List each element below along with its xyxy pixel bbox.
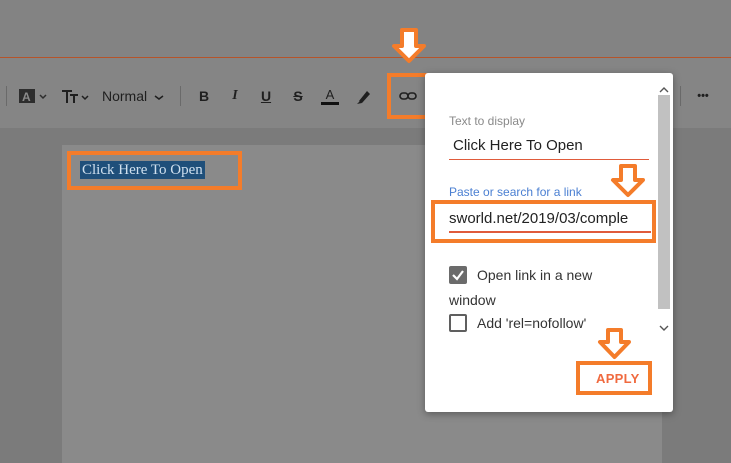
marker-icon (357, 91, 370, 104)
svg-text:A: A (22, 90, 31, 104)
open-new-window-checkbox[interactable] (449, 266, 467, 284)
font-size-dropdown[interactable] (60, 86, 90, 106)
toolbar-separator (180, 86, 181, 106)
text-color-icon: A (325, 86, 335, 102)
highlight-color-dropdown[interactable]: A (18, 86, 48, 106)
bold-button[interactable]: B (194, 86, 214, 106)
link-button-highlight-box (387, 73, 429, 119)
text-color-button[interactable]: A (319, 86, 341, 106)
scroll-up-icon[interactable] (658, 86, 670, 94)
checkmark-icon (452, 270, 464, 281)
toolbar-separator (6, 86, 7, 106)
header-bar (0, 0, 731, 57)
apply-highlight-box (576, 361, 652, 395)
text-input-underline (449, 159, 649, 160)
nofollow-checkbox[interactable] (449, 314, 467, 332)
text-to-display-label: Text to display (449, 114, 526, 128)
underline-icon: U (260, 88, 272, 104)
underline-button[interactable]: U (256, 86, 276, 106)
nofollow-label: Add 'rel=nofollow' (477, 315, 587, 331)
arrow-down-icon (598, 328, 631, 359)
strikethrough-button[interactable]: S (288, 86, 308, 106)
more-options-icon: ••• (697, 90, 709, 102)
selected-text-highlight-box (67, 151, 242, 190)
paragraph-style-label: Normal (102, 88, 148, 104)
arrow-down-icon (611, 164, 645, 197)
open-new-window-label-cont: window (449, 292, 496, 308)
chevron-down-icon (154, 95, 164, 100)
text-color-swatch (321, 101, 339, 105)
toolbar-separator (680, 86, 681, 106)
url-field-highlight-box (431, 200, 656, 243)
link-url-label: Paste or search for a link (449, 185, 582, 199)
arrow-down-icon (392, 28, 426, 63)
strikethrough-icon: S (293, 88, 303, 104)
scrollbar-thumb[interactable] (658, 95, 670, 309)
paragraph-style-dropdown[interactable]: Normal (102, 86, 168, 106)
text-to-display-input[interactable]: Click Here To Open (453, 137, 583, 154)
italic-icon: I (232, 88, 238, 103)
text-background-icon: A (19, 89, 47, 104)
font-size-icon (62, 90, 89, 103)
highlight-button[interactable] (353, 86, 375, 106)
open-new-window-label: Open link in a new (477, 267, 593, 283)
more-options-button[interactable]: ••• (692, 86, 714, 106)
scroll-down-icon[interactable] (658, 324, 670, 332)
bold-icon: B (198, 88, 210, 104)
italic-button[interactable]: I (225, 86, 245, 106)
